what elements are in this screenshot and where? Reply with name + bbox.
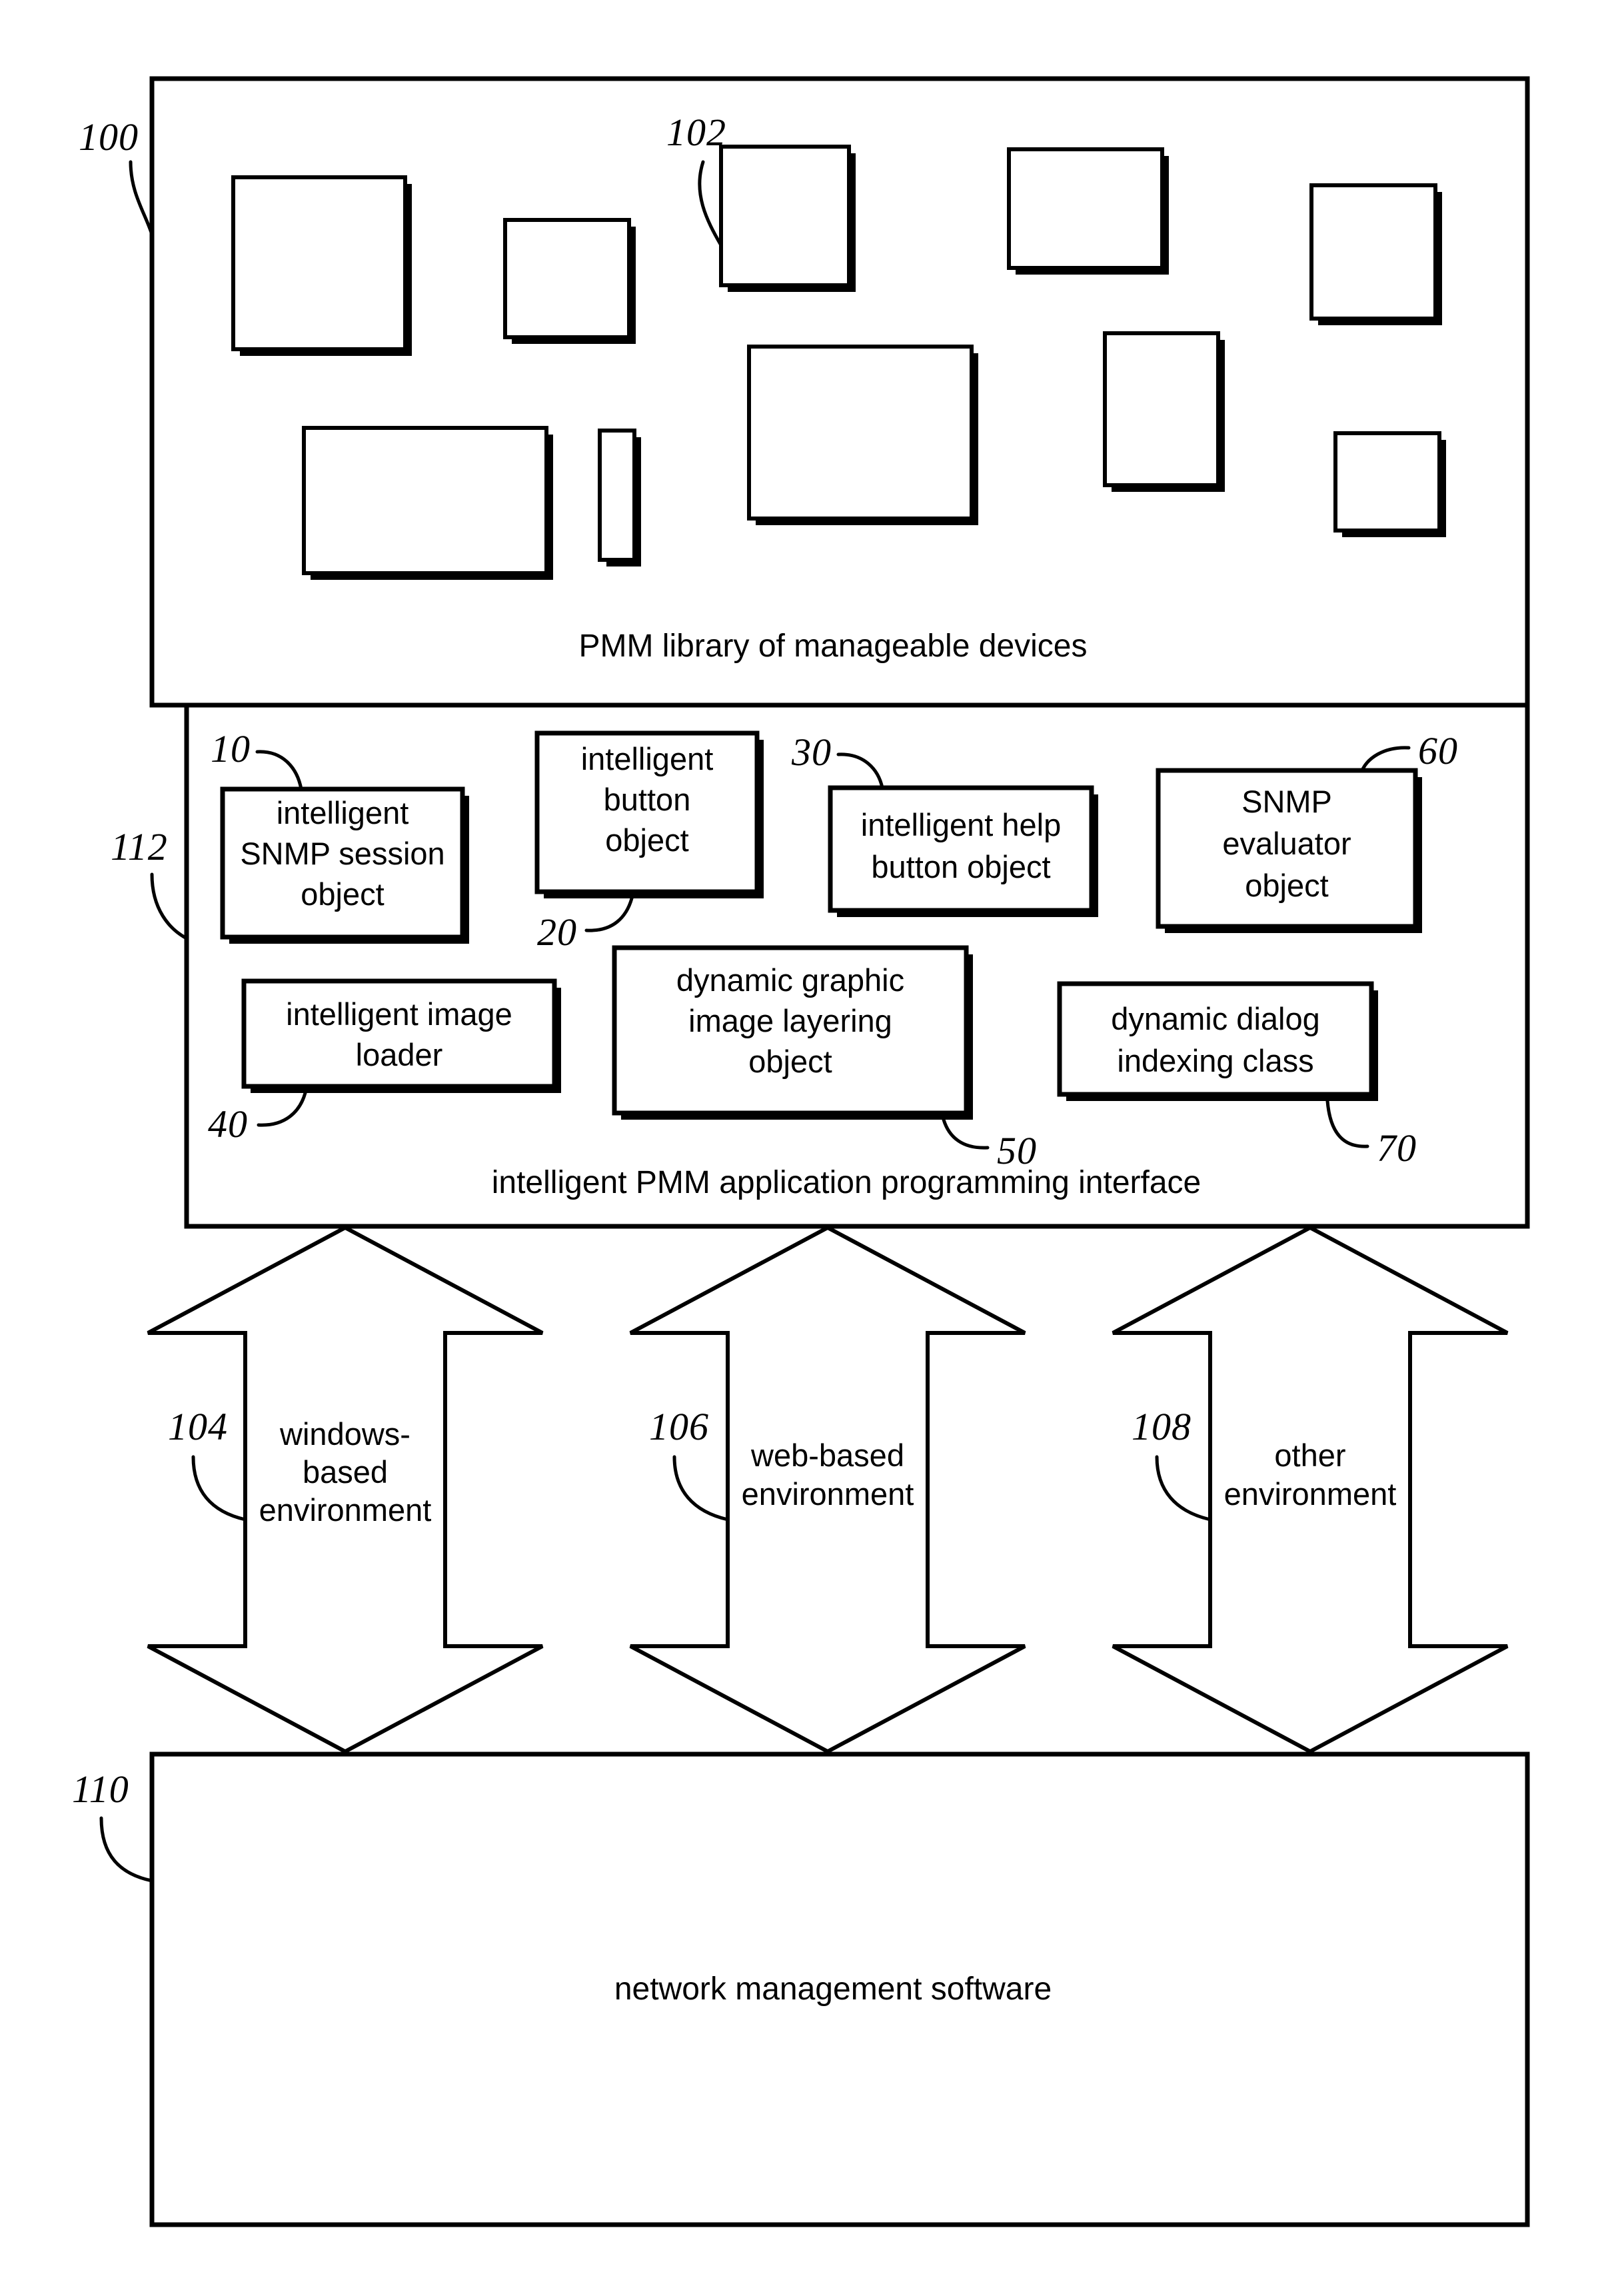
api-object-label: SNMP: [1241, 784, 1332, 819]
api-object-label: intelligent help: [861, 807, 1062, 842]
device-rect: [1333, 431, 1446, 537]
api-object-label: object: [301, 876, 384, 912]
ref-106-text: 106: [649, 1405, 709, 1448]
environment-label: other: [1274, 1438, 1345, 1473]
device-rect: [302, 426, 553, 580]
patent-figure: PMM library of manageable devices 100 10…: [0, 0, 1624, 2290]
api-object-label: intelligent: [581, 741, 714, 776]
api-object-label: object: [605, 822, 688, 858]
api-object-label: image layering: [688, 1003, 892, 1038]
ref-60-text: 60: [1418, 729, 1458, 772]
api-object-label: evaluator: [1222, 826, 1351, 861]
api-object-label: indexing class: [1117, 1043, 1313, 1078]
api-object-snmp-session: intelligent SNMP session object: [220, 786, 469, 944]
device-rect: [1309, 183, 1442, 325]
device-rect: [598, 429, 641, 567]
environment-label: environment: [1224, 1476, 1397, 1512]
environment-arrow-web: web-based environment: [629, 1225, 1026, 1754]
ref-104-text: 104: [168, 1405, 228, 1448]
device-rect: [1007, 147, 1169, 275]
ref-106: 106: [649, 1405, 730, 1522]
device-rect: [719, 145, 856, 292]
api-object-label: SNMP session: [240, 836, 444, 871]
api-object-label: button object: [871, 849, 1050, 884]
api-object-image-layering: dynamic graphic image layering object: [612, 945, 973, 1120]
ref-10-text: 10: [211, 727, 251, 770]
environment-label: environment: [742, 1476, 914, 1512]
pmm-api-container: intelligent SNMP session object 10 intel…: [184, 702, 1530, 1229]
environment-label: based: [303, 1454, 388, 1490]
ref-100-text: 100: [79, 115, 139, 159]
library-caption: PMM library of manageable devices: [578, 628, 1087, 664]
ref-110: 110: [72, 1767, 154, 1883]
api-object-label: loader: [356, 1037, 443, 1072]
device-rect: [747, 345, 978, 525]
ref-108-text: 108: [1132, 1405, 1192, 1448]
ref-108: 108: [1132, 1405, 1212, 1522]
environment-arrow-other: other environment: [1112, 1225, 1509, 1754]
api-object-label: object: [1245, 868, 1328, 903]
environment-label: environment: [259, 1492, 432, 1528]
api-object-label: intelligent: [277, 795, 409, 830]
ref-102-text: 102: [666, 111, 726, 154]
environment-label: web-based: [750, 1438, 904, 1473]
api-caption: intelligent PMM application programming …: [492, 1165, 1202, 1200]
api-object-help-button: intelligent help button object: [828, 785, 1098, 917]
api-object-label: dynamic graphic: [676, 962, 904, 998]
nms-caption: network management software: [614, 1971, 1052, 2007]
device-rect: [1103, 331, 1225, 492]
ref-112: 112: [111, 825, 189, 940]
api-object-image-loader: intelligent image loader: [241, 978, 561, 1093]
ref-30-text: 30: [791, 730, 832, 774]
ref-40-text: 40: [208, 1102, 248, 1146]
device-rect: [503, 218, 636, 344]
api-object-label: object: [748, 1044, 832, 1079]
environment-label: windows-: [279, 1416, 410, 1452]
environment-arrow-windows: windows- based environment: [147, 1225, 544, 1754]
api-object-label: dynamic dialog: [1111, 1001, 1320, 1036]
ref-100: 100: [79, 115, 154, 237]
ref-112-text: 112: [111, 825, 168, 868]
api-object-dialog-indexing: dynamic dialog indexing class: [1057, 981, 1378, 1101]
ref-104: 104: [168, 1405, 247, 1522]
api-object-label: intelligent image: [286, 996, 512, 1032]
api-object-snmp-evaluator: SNMP evaluator object: [1156, 768, 1422, 933]
network-management-software-container: network management software: [149, 1751, 1530, 2227]
ref-110-text: 110: [72, 1767, 129, 1811]
ref-70-text: 70: [1377, 1126, 1417, 1170]
api-object-label: button: [604, 782, 691, 817]
pmm-library-container: PMM library of manageable devices: [149, 76, 1530, 708]
ref-20-text: 20: [537, 910, 577, 954]
api-object-button: intelligent button object: [534, 730, 764, 898]
device-rect: [231, 175, 412, 356]
